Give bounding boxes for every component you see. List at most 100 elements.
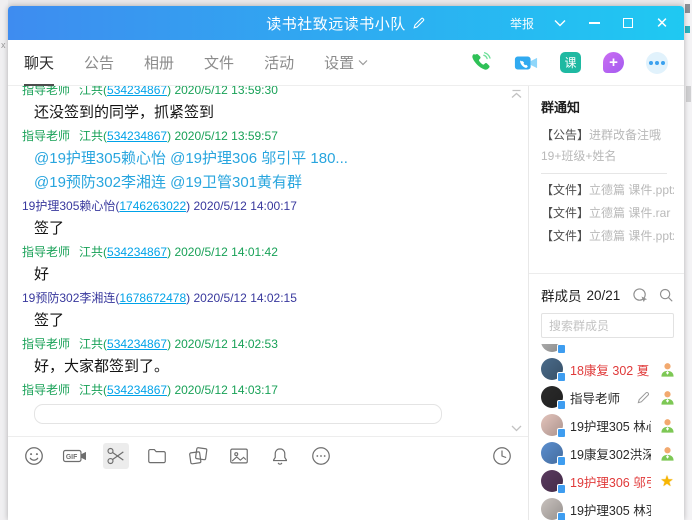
member-row[interactable]: 19护理305 林心	[541, 411, 676, 439]
more-icon[interactable]	[646, 52, 668, 74]
mobile-online-badge	[557, 372, 566, 382]
member-row[interactable]: 19康复302洪深	[541, 439, 676, 467]
tab-bar: 聊天 公告 相册文件活动 设置 课 +	[8, 40, 684, 86]
member-name: 19护理306 邬引	[570, 472, 651, 491]
sender-qq-link[interactable]: 1678672478	[119, 291, 186, 305]
tab-label: 公告	[84, 52, 114, 73]
chevron-down-icon	[358, 59, 368, 66]
add-icon[interactable]: +	[603, 52, 624, 73]
sender-qq-link[interactable]: 534234867	[107, 86, 167, 97]
report-button[interactable]: 举报	[510, 15, 534, 32]
video-call-icon[interactable]	[514, 53, 538, 73]
message-history-icon[interactable]	[489, 443, 515, 469]
file-notice-item[interactable]: 【文件】立德篇 课件.rar	[541, 202, 674, 225]
edit-title-icon[interactable]	[412, 16, 426, 30]
gif-icon[interactable]: GIF	[62, 443, 88, 469]
message-header: 指导老师江共(534234867) 2020/5/12 13:59:30	[22, 86, 502, 99]
member-list[interactable]: 18康复 302 夏指导老师19护理305 林心19康复302洪深19护理306…	[529, 344, 684, 520]
sender-qq-link[interactable]: 1746263022	[119, 199, 186, 213]
sender-name: 19预防302李湘连(	[22, 291, 119, 305]
message-header: 指导老师江共(534234867) 2020/5/12 14:02:53	[22, 335, 502, 353]
message-time: 2020/5/12 14:00:17	[193, 199, 296, 213]
bell-icon[interactable]	[267, 443, 293, 469]
member-row[interactable]: 19护理305 林羽晴	[541, 495, 676, 520]
screenshot-icon[interactable]	[103, 443, 129, 469]
shake-window-icon[interactable]	[185, 443, 211, 469]
qq-group-chat-window: 读书社致远读书小队 举报 ✕ 聊天 公告 相册文件活动 设置 课 +	[8, 6, 684, 520]
member-search-input[interactable]	[541, 313, 674, 338]
file-label: 【文件】	[541, 229, 589, 243]
titlebar-menu-caret-icon[interactable]	[552, 15, 568, 31]
minimize-button[interactable]	[586, 15, 602, 31]
group-notice-title: 群通知	[541, 97, 674, 116]
message-list[interactable]: 指导老师江共(534234867) 2020/5/12 13:59:30还没签到…	[8, 86, 528, 436]
message-text: 好，大家都签到了。	[34, 356, 502, 377]
add-icon-bubble: +	[603, 52, 624, 73]
member-name: 19护理305 林羽晴	[570, 500, 651, 519]
member-row[interactable]: 指导老师	[541, 383, 676, 411]
chat-column: 指导老师江共(534234867) 2020/5/12 13:59:30还没签到…	[8, 86, 529, 520]
member-avatar	[541, 344, 563, 352]
mobile-online-badge	[557, 428, 566, 438]
announcement-item[interactable]: 【公告】进群改备注哦	[541, 125, 674, 146]
search-members-icon[interactable]	[658, 287, 674, 303]
desktop-edge-left: x	[0, 0, 8, 520]
image-icon[interactable]	[226, 443, 252, 469]
tab-label: 设置	[324, 52, 354, 73]
member-rank-person-icon	[658, 389, 676, 406]
sender-qq-link[interactable]: 534234867	[107, 383, 167, 397]
member-name: 指导老师	[570, 388, 629, 407]
message-header: 19护理305赖心怡(1746263022) 2020/5/12 14:00:1…	[22, 197, 502, 215]
message-header: 指导老师江共(534234867) 2020/5/12 14:01:42	[22, 243, 502, 261]
message-time: 2020/5/12 14:02:15	[193, 291, 296, 305]
message-input[interactable]	[8, 474, 528, 520]
message-header: 指导老师江共(534234867) 2020/5/12 13:59:57	[22, 127, 502, 145]
tab-activities[interactable]: 活动	[264, 40, 294, 86]
edit-name-icon[interactable]	[636, 390, 651, 405]
close-button[interactable]: ✕	[654, 15, 670, 31]
message-header: 19预防302李湘连(1678672478) 2020/5/12 14:02:1…	[22, 289, 502, 307]
folder-icon[interactable]	[144, 443, 170, 469]
member-row[interactable]	[541, 344, 676, 355]
tab-announcement[interactable]: 公告	[84, 40, 114, 86]
voice-call-icon[interactable]	[469, 51, 492, 74]
notice-divider	[541, 173, 667, 174]
more-icon[interactable]	[308, 443, 334, 469]
sender-qq-link[interactable]: 534234867	[107, 245, 167, 259]
file-name: 立德篇 课件.pptx	[589, 229, 674, 243]
titlebar[interactable]: 读书社致远读书小队 举报 ✕	[8, 6, 684, 40]
file-notice-item[interactable]: 【文件】立德篇 课件.pptx	[541, 225, 674, 248]
member-avatar	[541, 442, 563, 464]
class-icon[interactable]: 课	[560, 52, 581, 73]
sender-group-title: 指导老师	[22, 86, 70, 97]
file-notice-item[interactable]: 【文件】立德篇 课件.pptx	[541, 179, 674, 202]
member-avatar	[541, 358, 563, 380]
sender-name: 江共(	[79, 86, 107, 97]
sender-qq-link[interactable]: 534234867	[107, 129, 167, 143]
member-rank-person-icon	[658, 445, 676, 462]
invite-member-icon[interactable]	[632, 287, 649, 304]
tab-chat[interactable]: 聊天	[24, 40, 54, 86]
message-text: 签了	[34, 310, 502, 331]
tab-files[interactable]: 文件	[204, 40, 234, 86]
member-row[interactable]: 18康复 302 夏	[541, 355, 676, 383]
maximize-button[interactable]	[620, 15, 636, 31]
scroll-to-top-icon[interactable]	[510, 89, 523, 100]
sender-group-title: 指导老师	[22, 129, 70, 143]
sender-qq-link[interactable]: 534234867	[107, 337, 167, 351]
announcement-label: 【公告】	[541, 128, 589, 142]
tab-settings[interactable]: 设置	[324, 40, 368, 86]
member-avatar	[541, 498, 563, 520]
sender-group-title: 指导老师	[22, 245, 70, 259]
file-label: 【文件】	[541, 183, 589, 197]
group-notice-section: 群通知 【公告】进群改备注哦 19+班级+姓名 【文件】立德篇 课件.pptx【…	[529, 86, 684, 274]
group-title: 读书社致远读书小队	[266, 13, 406, 34]
message-time: 2020/5/12 14:02:53	[174, 337, 277, 351]
member-row[interactable]: 19护理306 邬引 ★	[541, 467, 676, 495]
member-rank-star-icon: ★	[658, 474, 676, 489]
emoji-icon[interactable]	[21, 443, 47, 469]
announcement-text: 进群改备注哦	[589, 128, 661, 142]
scroll-to-bottom-icon[interactable]	[510, 424, 523, 433]
tab-album[interactable]: 相册	[144, 40, 174, 86]
tab-label: 聊天	[24, 52, 54, 73]
